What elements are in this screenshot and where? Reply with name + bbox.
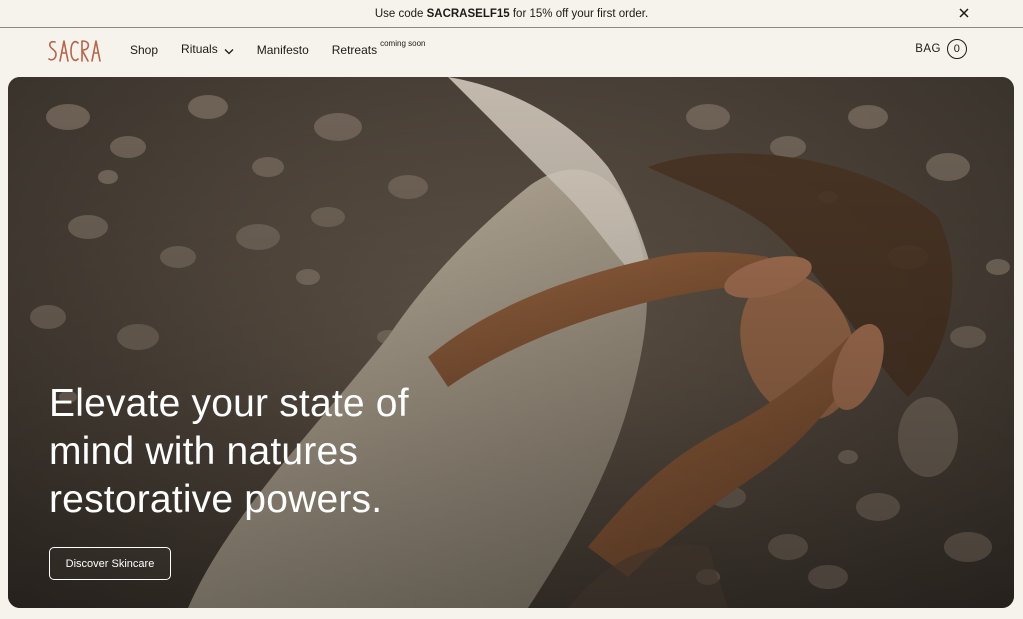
bag-count: 0 (947, 39, 967, 59)
promo-code: SACRASELF15 (426, 7, 510, 20)
logo-wordmark (48, 40, 101, 62)
logo[interactable] (48, 38, 102, 64)
announcement-text: Use code SACRASELF15 for 15% off your fi… (375, 8, 648, 20)
hero-image (8, 77, 1014, 608)
nav-shop-label: Shop (130, 43, 159, 57)
bag-button[interactable]: BAG 0 (915, 39, 967, 59)
nav-shop[interactable]: Shop (130, 43, 158, 57)
announcement-suffix: for 15% off your first order. (509, 7, 649, 20)
nav-manifesto[interactable]: Manifesto (257, 43, 309, 57)
main-nav: Shop Rituals Manifesto Retreats coming so… (130, 29, 448, 71)
bag-label: BAG (915, 43, 941, 55)
nav-retreats[interactable]: Retreats coming soon (331, 39, 426, 57)
nav-retreats-label: Retreats (331, 43, 378, 57)
site-header: Shop Rituals Manifesto Retreats coming so… (0, 29, 1023, 77)
discover-skincare-button[interactable]: Discover Skincare (49, 547, 171, 580)
announcement-prefix: Use code (374, 7, 427, 20)
nav-rituals[interactable]: Rituals (181, 42, 234, 58)
hero-section: Elevate your state of mind with natures … (8, 77, 1014, 608)
hero-title: Elevate your state of mind with natures … (49, 382, 409, 521)
close-icon[interactable] (957, 6, 971, 20)
nav-rituals-label: Rituals (181, 42, 218, 56)
nav-manifesto-label: Manifesto (256, 43, 309, 57)
chevron-down-icon (224, 44, 234, 58)
coming-soon-badge: coming soon (380, 39, 426, 48)
announcement-bar: Use code SACRASELF15 for 15% off your fi… (0, 0, 1023, 28)
